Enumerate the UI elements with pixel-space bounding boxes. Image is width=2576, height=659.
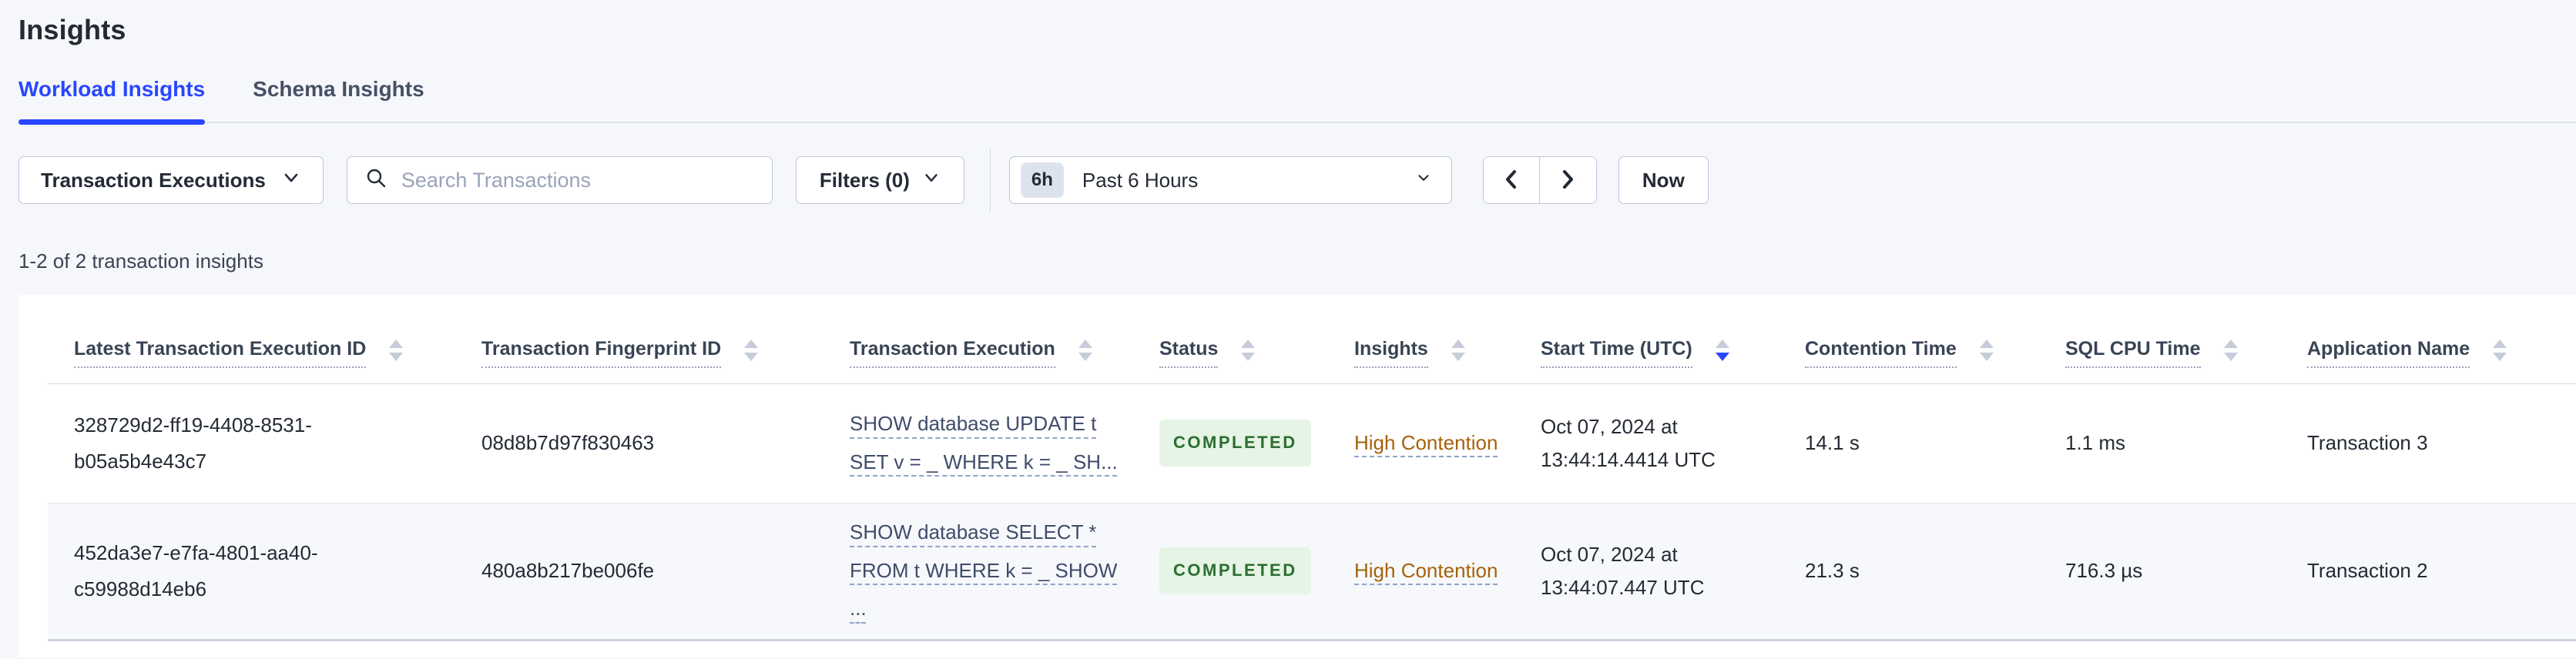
status-badge: COMPLETED xyxy=(1159,420,1311,467)
contention-time: 21.3 s xyxy=(1805,558,1860,582)
search-input[interactable] xyxy=(399,167,755,193)
previous-time-range-button[interactable] xyxy=(1483,157,1540,203)
time-range-arrows xyxy=(1482,156,1597,204)
column-header-latest-transaction-execution-id[interactable]: Latest Transaction Execution ID xyxy=(48,295,455,384)
contention-time: 14.1 s xyxy=(1805,430,1860,454)
next-time-range-button[interactable] xyxy=(1539,157,1596,203)
column-header-application-name[interactable]: Application Name xyxy=(2281,295,2576,384)
transaction-execution-link[interactable]: SHOW database SELECT * FROM t WHERE k = … xyxy=(850,520,1117,620)
insight-link[interactable]: High Contention xyxy=(1354,431,1498,454)
filters-button[interactable]: Filters (0) xyxy=(795,156,964,204)
sql-cpu-time: 1.1 ms xyxy=(2065,430,2126,454)
sort-icon[interactable] xyxy=(389,340,404,361)
toolbar-divider xyxy=(989,148,991,212)
filters-button-label: Filters (0) xyxy=(819,168,910,192)
column-header-status[interactable]: Status xyxy=(1133,295,1328,384)
start-time-date: Oct 07, 2024 at xyxy=(1541,542,1678,566)
column-header-contention-time[interactable]: Contention Time xyxy=(1779,295,2039,384)
start-time-time: 13:44:07.447 UTC xyxy=(1541,575,1705,599)
status-badge: COMPLETED xyxy=(1159,547,1311,594)
sql-cpu-time: 716.3 µs xyxy=(2065,558,2143,582)
column-header-transaction-fingerprint-id[interactable]: Transaction Fingerprint ID xyxy=(455,295,823,384)
chevron-down-icon xyxy=(1414,169,1433,192)
sort-icon[interactable] xyxy=(1979,340,1994,361)
now-button[interactable]: Now xyxy=(1618,156,1709,204)
column-header-transaction-execution[interactable]: Transaction Execution xyxy=(823,295,1133,384)
column-header-sql-cpu-time[interactable]: SQL CPU Time xyxy=(2039,295,2281,384)
column-header-start-time[interactable]: Start Time (UTC) xyxy=(1514,295,1779,384)
time-range-picker[interactable]: 6h Past 6 Hours xyxy=(1008,156,1452,204)
sort-icon[interactable] xyxy=(2223,340,2238,361)
application-name: Transaction 3 xyxy=(2307,430,2428,454)
transaction-insights-table: Latest Transaction Execution ID Transact… xyxy=(48,295,2576,641)
results-summary: 1-2 of 2 transaction insights xyxy=(18,249,263,273)
start-time-time: 13:44:14.4414 UTC xyxy=(1541,447,1716,471)
table-header-row: Latest Transaction Execution ID Transact… xyxy=(48,295,2576,384)
toolbar: Transaction Executions Filters (0) 6h Pa… xyxy=(18,148,2576,212)
sort-icon[interactable] xyxy=(1451,340,1465,361)
sort-icon[interactable] xyxy=(2493,340,2507,361)
chevron-right-icon xyxy=(1556,166,1579,195)
time-interval-badge: 6h xyxy=(1020,162,1064,198)
sort-icon[interactable] xyxy=(1078,340,1092,361)
sort-icon[interactable] xyxy=(1715,340,1729,361)
tab-bar: Workload Insights Schema Insights xyxy=(18,77,2576,125)
sort-icon[interactable] xyxy=(744,340,759,361)
application-name: Transaction 2 xyxy=(2307,558,2428,582)
chevron-down-icon xyxy=(922,169,941,192)
insight-type-dropdown-label: Transaction Executions xyxy=(41,168,266,192)
start-time-date: Oct 07, 2024 at xyxy=(1541,414,1678,438)
search-box xyxy=(346,156,773,204)
chevron-down-icon xyxy=(281,168,301,193)
insights-table-card: Latest Transaction Execution ID Transact… xyxy=(18,295,2576,657)
latest-transaction-execution-id: 328729d2-ff19-4408-8531-b05a5b4e43c7 xyxy=(74,413,312,473)
transaction-fingerprint-id: 08d8b7d97f830463 xyxy=(481,430,655,454)
insight-link[interactable]: High Contention xyxy=(1354,559,1498,582)
tab-schema-insights[interactable]: Schema Insights xyxy=(253,77,424,122)
sort-icon[interactable] xyxy=(1241,340,1256,361)
transaction-execution-link[interactable]: SHOW database UPDATE t SET v = _ WHERE k… xyxy=(850,412,1118,473)
chevron-left-icon xyxy=(1500,166,1523,195)
tab-workload-insights[interactable]: Workload Insights xyxy=(18,77,206,125)
latest-transaction-execution-id: 452da3e7-e7fa-4801-aa40-c59988d14eb6 xyxy=(74,540,318,600)
time-range-label: Past 6 Hours xyxy=(1082,168,1199,192)
transaction-fingerprint-id: 480a8b217be006fe xyxy=(481,558,655,582)
table-row: 328729d2-ff19-4408-8531-b05a5b4e43c7 08d… xyxy=(48,383,2576,503)
table-row: 452da3e7-e7fa-4801-aa40-c59988d14eb6 480… xyxy=(48,503,2576,641)
search-icon xyxy=(364,166,387,195)
page-title: Insights xyxy=(18,14,126,45)
column-header-insights[interactable]: Insights xyxy=(1328,295,1514,384)
insights-page: Insights Workload Insights Schema Insigh… xyxy=(0,0,2576,657)
insight-type-dropdown[interactable]: Transaction Executions xyxy=(18,156,324,204)
